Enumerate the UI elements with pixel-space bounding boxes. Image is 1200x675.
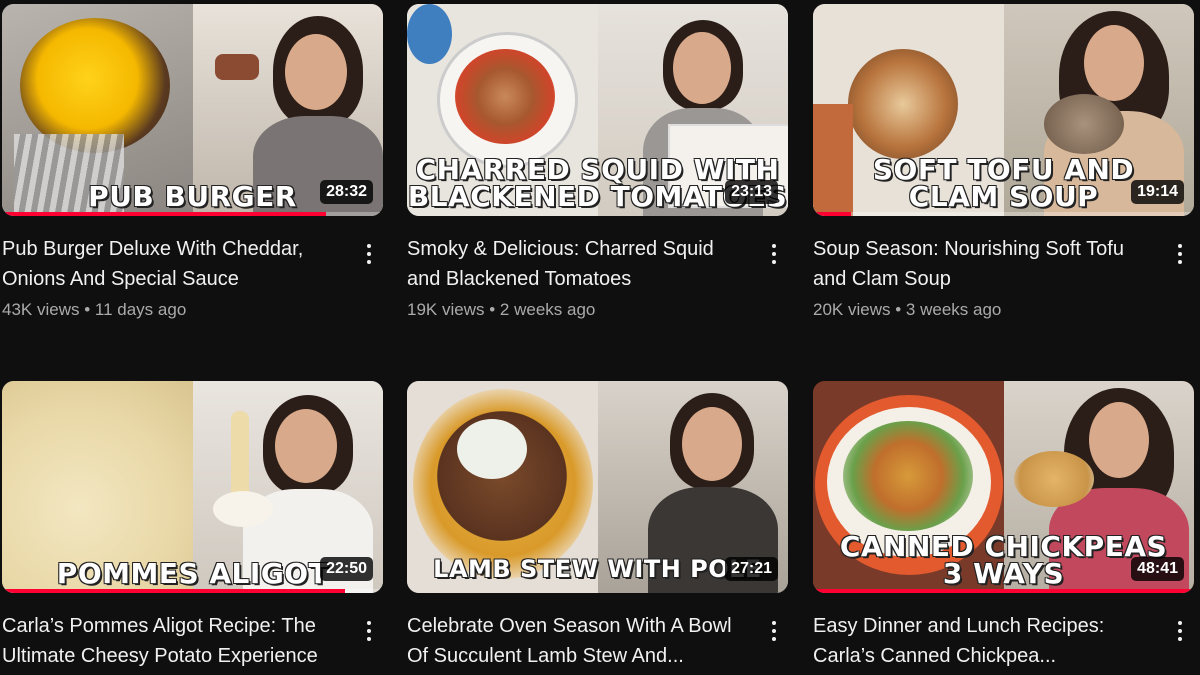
stats-separator: • [489,300,500,319]
duration-badge: 23:13 [725,180,778,204]
stats-separator: • [84,300,95,319]
video-thumbnail[interactable]: SOFT TOFU AND CLAM SOUP 19:14 [813,4,1194,216]
video-card[interactable]: CANNED CHICKPEAS 3 WAYS 48:41 Easy Dinne… [813,381,1194,671]
video-card[interactable]: LAMB STEW WITH POLE 27:21 Celebrate Oven… [407,381,788,671]
more-vertical-icon[interactable] [764,617,784,649]
video-grid: PUB BURGER 28:32 Pub Burger Deluxe With … [0,0,1200,675]
duration-badge: 27:21 [725,557,778,581]
video-thumbnail[interactable]: PUB BURGER 28:32 [2,4,383,216]
more-vertical-icon[interactable] [1170,240,1190,272]
video-stats: 43K views • 11 days ago [2,300,383,320]
video-thumbnail[interactable]: CANNED CHICKPEAS 3 WAYS 48:41 [813,381,1194,593]
more-vertical-icon[interactable] [359,617,379,649]
video-card[interactable]: PUB BURGER 28:32 Pub Burger Deluxe With … [2,4,383,320]
view-count: 20K views [813,300,891,319]
duration-badge: 48:41 [1131,557,1184,581]
view-count: 43K views [2,300,80,319]
video-title[interactable]: Easy Dinner and Lunch Recipes: Carla’s C… [813,611,1153,671]
video-card[interactable]: CHARRED SQUID WITH BLACKENED TOMATOES 23… [407,4,788,320]
upload-age: 2 weeks ago [499,300,596,319]
duration-badge: 28:32 [320,180,373,204]
video-card[interactable]: POMMES ALIGOT 22:50 Carla’s Pommes Aligo… [2,381,383,671]
video-stats: 20K views • 3 weeks ago [813,300,1194,320]
stats-separator: • [895,300,906,319]
video-stats: 19K views • 2 weeks ago [407,300,788,320]
video-title[interactable]: Carla’s Pommes Aligot Recipe: The Ultima… [2,611,342,671]
more-vertical-icon[interactable] [764,240,784,272]
video-title[interactable]: Celebrate Oven Season With A Bowl Of Suc… [407,611,747,671]
video-thumbnail[interactable]: CHARRED SQUID WITH BLACKENED TOMATOES 23… [407,4,788,216]
upload-age: 11 days ago [94,300,187,319]
upload-age: 3 weeks ago [905,300,1002,319]
duration-badge: 22:50 [320,557,373,581]
video-thumbnail[interactable]: POMMES ALIGOT 22:50 [2,381,383,593]
view-count: 19K views [407,300,485,319]
video-title[interactable]: Smoky & Delicious: Charred Squid and Bla… [407,234,747,294]
video-title[interactable]: Pub Burger Deluxe With Cheddar, Onions A… [2,234,342,294]
video-title[interactable]: Soup Season: Nourishing Soft Tofu and Cl… [813,234,1153,294]
video-thumbnail[interactable]: LAMB STEW WITH POLE 27:21 [407,381,788,593]
more-vertical-icon[interactable] [359,240,379,272]
more-vertical-icon[interactable] [1170,617,1190,649]
video-card[interactable]: SOFT TOFU AND CLAM SOUP 19:14 Soup Seaso… [813,4,1194,320]
duration-badge: 19:14 [1131,180,1184,204]
